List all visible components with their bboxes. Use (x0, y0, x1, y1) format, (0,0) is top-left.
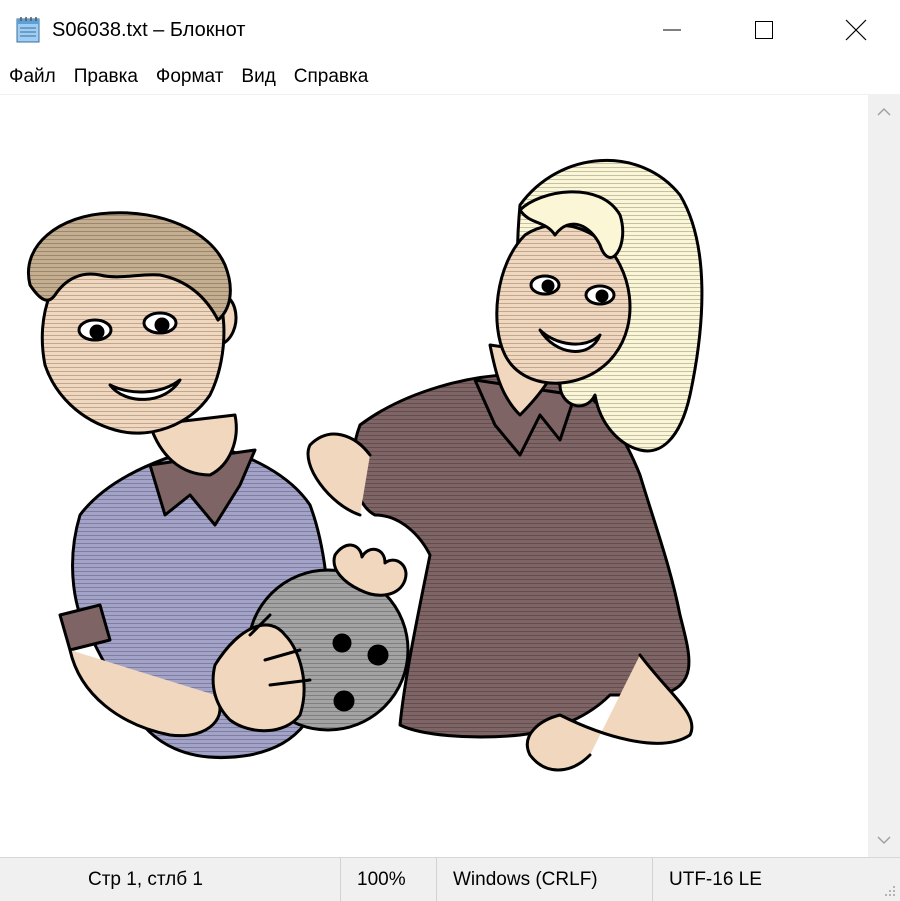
menu-file[interactable]: Файл (0, 60, 65, 94)
scroll-up-button[interactable] (868, 95, 900, 129)
menu-edit[interactable]: Правка (65, 60, 147, 94)
minimize-button[interactable] (626, 0, 718, 60)
encoding: UTF-16 LE (652, 858, 900, 901)
status-bar: Стр 1, стлб 1 100% Windows (CRLF) UTF-16… (0, 857, 900, 901)
text-editor-area[interactable] (0, 95, 868, 857)
cartoon-illustration (27, 158, 704, 772)
close-button[interactable] (810, 0, 900, 60)
chevron-down-icon (877, 836, 891, 845)
line-endings: Windows (CRLF) (436, 858, 652, 901)
close-icon (845, 19, 867, 41)
resize-grip-icon[interactable] (882, 883, 896, 897)
title-bar: S06038.txt – Блокнот (0, 0, 900, 60)
notepad-icon (16, 17, 40, 43)
menu-bar: Файл Правка Формат Вид Справка (0, 60, 900, 95)
chevron-up-icon (877, 107, 891, 116)
menu-format[interactable]: Формат (147, 60, 233, 94)
minimize-icon (663, 29, 681, 31)
maximize-icon (755, 21, 773, 39)
menu-help[interactable]: Справка (285, 60, 378, 94)
maximize-button[interactable] (718, 0, 810, 60)
window-title: S06038.txt – Блокнот (52, 19, 246, 41)
scroll-down-button[interactable] (868, 823, 900, 857)
cursor-position: Стр 1, стлб 1 (88, 869, 203, 890)
zoom-level: 100% (340, 858, 436, 901)
vertical-scrollbar[interactable] (868, 95, 900, 857)
menu-view[interactable]: Вид (232, 60, 284, 94)
